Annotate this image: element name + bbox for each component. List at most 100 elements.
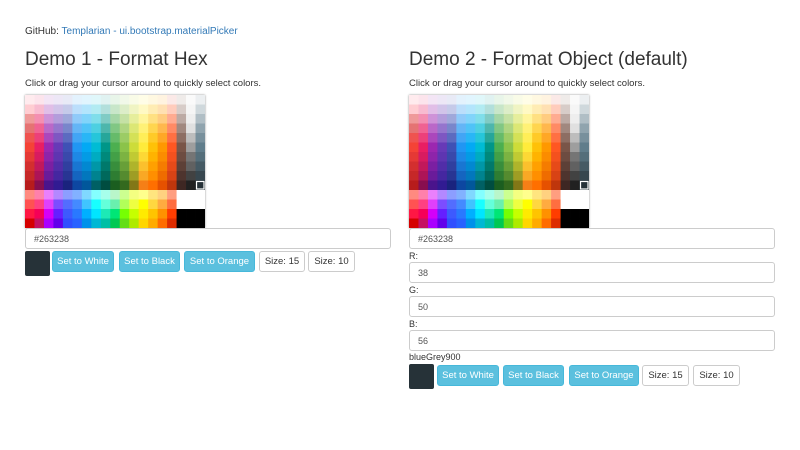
palette-cell[interactable] — [119, 171, 130, 181]
palette-cell[interactable] — [570, 180, 580, 191]
palette-cell[interactable] — [81, 114, 92, 124]
palette-cell[interactable] — [43, 171, 54, 181]
palette-cell[interactable] — [465, 142, 476, 153]
palette-cell[interactable] — [551, 142, 561, 153]
palette-cell[interactable] — [148, 104, 159, 115]
palette-cell[interactable] — [484, 104, 495, 115]
palette-cell[interactable] — [503, 123, 514, 134]
palette-cell[interactable] — [148, 142, 159, 153]
palette-cell[interactable] — [522, 123, 533, 134]
palette-cell[interactable] — [503, 142, 514, 153]
palette-cell[interactable] — [570, 190, 580, 200]
palette-cell[interactable] — [494, 123, 505, 134]
palette-cell[interactable] — [100, 142, 111, 153]
palette-cell[interactable] — [157, 123, 168, 134]
palette-cell[interactable] — [551, 161, 561, 172]
demo2-g-input[interactable] — [409, 296, 775, 317]
palette-cell[interactable] — [541, 123, 552, 134]
palette-cell[interactable] — [176, 123, 187, 134]
palette-cell[interactable] — [513, 114, 524, 124]
palette-cell[interactable] — [532, 142, 543, 153]
palette-cell[interactable] — [53, 123, 64, 134]
palette-cell[interactable] — [195, 114, 205, 124]
palette-cell[interactable] — [465, 114, 476, 124]
palette-cell[interactable] — [186, 133, 196, 143]
palette-cell[interactable] — [503, 171, 514, 181]
palette-cell[interactable] — [157, 180, 168, 191]
palette-cell[interactable] — [560, 104, 571, 115]
palette-cell[interactable] — [72, 123, 83, 134]
palette-cell[interactable] — [579, 218, 589, 229]
palette-cell[interactable] — [532, 152, 543, 162]
palette-cell[interactable] — [62, 104, 73, 115]
palette-cell[interactable] — [427, 199, 438, 210]
palette-cell[interactable] — [25, 142, 35, 153]
palette-cell[interactable] — [81, 142, 92, 153]
palette-cell[interactable] — [72, 209, 83, 219]
demo2-set-orange-button[interactable]: Set to Orange — [569, 365, 639, 386]
palette-cell[interactable] — [409, 199, 419, 210]
palette-cell[interactable] — [560, 209, 571, 219]
palette-cell[interactable] — [34, 123, 45, 134]
palette-cell[interactable] — [62, 171, 73, 181]
palette-cell[interactable] — [72, 190, 83, 200]
palette-cell[interactable] — [81, 218, 92, 229]
palette-cell[interactable] — [53, 209, 64, 219]
palette-cell[interactable] — [409, 114, 419, 124]
palette-cell[interactable] — [138, 190, 149, 200]
palette-cell[interactable] — [62, 95, 73, 105]
palette-cell[interactable] — [418, 218, 429, 229]
palette-cell[interactable] — [570, 114, 580, 124]
palette-cell[interactable] — [100, 161, 111, 172]
palette-cell[interactable] — [148, 161, 159, 172]
palette-cell[interactable] — [167, 180, 177, 191]
palette-cell[interactable] — [157, 95, 168, 105]
palette-cell[interactable] — [119, 218, 130, 229]
palette-cell[interactable] — [446, 180, 457, 191]
palette-cell[interactable] — [100, 199, 111, 210]
palette-cell[interactable] — [176, 190, 187, 200]
palette-cell[interactable] — [91, 104, 102, 115]
palette-cell[interactable] — [72, 114, 83, 124]
palette-cell[interactable] — [62, 180, 73, 191]
palette-cell[interactable] — [579, 209, 589, 219]
palette-cell[interactable] — [437, 133, 448, 143]
palette-cell[interactable] — [34, 152, 45, 162]
palette-cell[interactable] — [176, 133, 187, 143]
palette-cell[interactable] — [541, 95, 552, 105]
palette-cell[interactable] — [81, 209, 92, 219]
palette-cell[interactable] — [456, 142, 467, 153]
palette-cell[interactable] — [437, 152, 448, 162]
palette-cell[interactable] — [503, 209, 514, 219]
palette-cell[interactable] — [579, 142, 589, 153]
palette-cell[interactable] — [456, 218, 467, 229]
demo2-color-picker[interactable] — [409, 95, 589, 228]
palette-cell[interactable] — [418, 152, 429, 162]
palette-cell[interactable] — [43, 123, 54, 134]
palette-cell[interactable] — [100, 133, 111, 143]
palette-cell[interactable] — [110, 95, 121, 105]
palette-cell[interactable] — [43, 104, 54, 115]
palette-cell[interactable] — [72, 199, 83, 210]
palette-cell[interactable] — [513, 142, 524, 153]
palette-cell[interactable] — [418, 142, 429, 153]
palette-cell[interactable] — [25, 199, 35, 210]
palette-cell[interactable] — [25, 114, 35, 124]
palette-cell[interactable] — [157, 171, 168, 181]
palette-cell[interactable] — [110, 161, 121, 172]
demo2-hex-input[interactable] — [409, 228, 775, 249]
palette-cell[interactable] — [503, 95, 514, 105]
palette-cell[interactable] — [119, 161, 130, 172]
palette-cell[interactable] — [475, 161, 486, 172]
palette-cell[interactable] — [551, 133, 561, 143]
palette-cell[interactable] — [91, 142, 102, 153]
palette-cell[interactable] — [157, 104, 168, 115]
palette-cell[interactable] — [167, 161, 177, 172]
palette-cell[interactable] — [25, 180, 35, 191]
palette-cell[interactable] — [541, 152, 552, 162]
palette-cell[interactable] — [138, 171, 149, 181]
palette-cell[interactable] — [465, 95, 476, 105]
palette-cell[interactable] — [513, 209, 524, 219]
palette-cell[interactable] — [43, 199, 54, 210]
palette-cell[interactable] — [465, 133, 476, 143]
